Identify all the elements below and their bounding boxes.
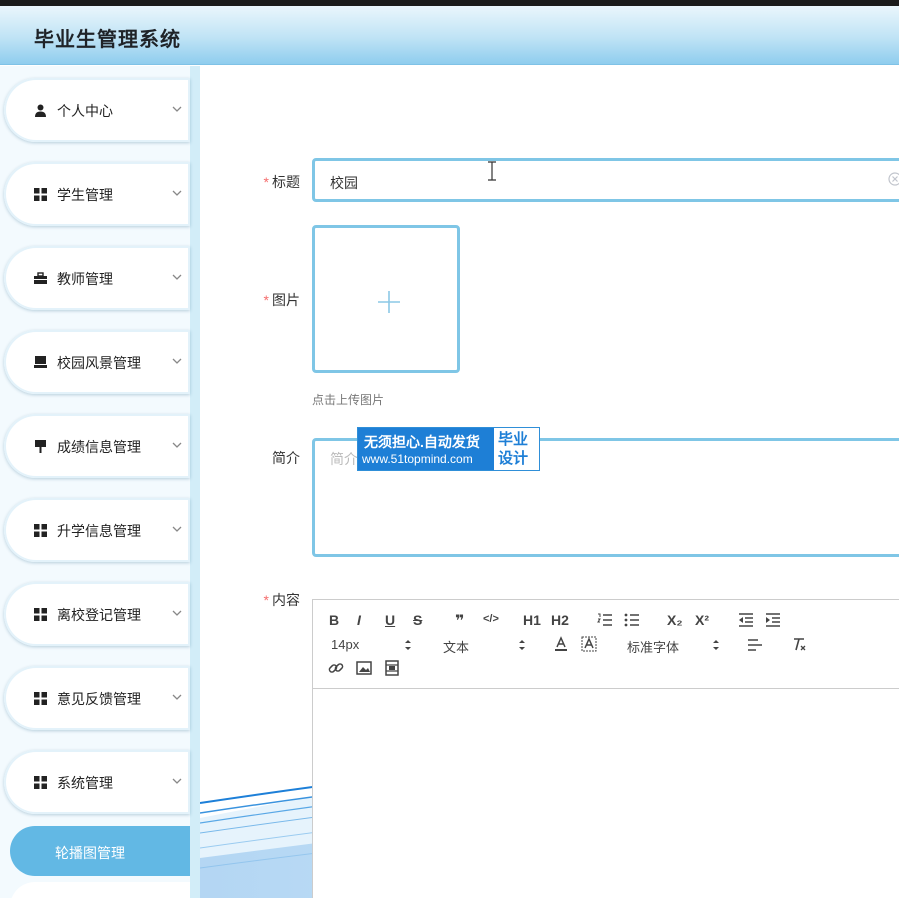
sidebar-item-teachers[interactable]: 教师管理 [4,246,190,310]
h1-button[interactable]: H1 [523,612,541,628]
app-title: 毕业生管理系统 [34,29,181,51]
monitor-icon [34,356,47,368]
briefcase-icon [34,272,47,284]
chevron-down-icon [172,106,182,112]
user-icon [35,104,46,117]
superscript-button[interactable]: X² [695,612,709,628]
ordered-list-icon[interactable] [597,612,613,628]
title-input-value: 校园 [330,175,358,191]
watermark-badge: 无须担心.自动发货 www.51topmind.com 毕业 设计 [357,427,540,471]
sidebar-item-system[interactable]: 系统管理 [4,750,190,814]
editor-content-area[interactable] [313,690,899,898]
quote-button[interactable]: ❞ [455,611,464,631]
watermark-right: 毕业 设计 [498,430,528,468]
sidebar-item-label: 成绩信息管理 [57,439,141,455]
sidebar-item-label: 意见反馈管理 [57,691,141,707]
sidebar-item-feedback[interactable]: 意见反馈管理 [4,666,190,730]
watermark-line1: 无须担心.自动发货 [364,434,480,450]
title-input[interactable]: 校园 [312,158,899,202]
italic-button[interactable]: I [357,612,361,628]
watermark-left: 无须担心.自动发货 www.51topmind.com [358,428,494,470]
sidebar-item-label: 系统管理 [57,775,113,791]
sidebar-subitem-next[interactable] [10,882,190,898]
sidebar-item-label: 升学信息管理 [57,523,141,539]
watermark-line2: www.51topmind.com [362,452,473,466]
sidebar-item-departure[interactable]: 离校登记管理 [4,582,190,646]
title-label: * 标题 [263,174,300,190]
strike-button[interactable]: S [413,612,422,628]
grid-icon [34,524,47,537]
font-family-select[interactable]: 标准字体 [627,637,679,656]
background-color-icon[interactable] [581,636,597,652]
clear-format-icon[interactable] [791,636,807,652]
watermark-right-line1: 毕业 [498,431,529,448]
outdent-icon[interactable] [738,612,754,628]
block-format-select[interactable]: 文本 [443,637,469,656]
stand-icon [35,440,46,453]
rich-text-editor[interactable]: B I U S ❞ </> H1 H2 X₂ X² 14px 文本 标准字体 [312,599,899,898]
chevron-down-icon [172,694,182,700]
link-icon[interactable] [328,660,344,676]
bold-button[interactable]: B [329,612,339,628]
main-content: * 标题 校园 * 图片 点击上传图片 简介 简介 无须担心.自动发货 www.51… [200,66,899,898]
watermark-right-line2: 设计 [498,450,529,467]
image-label: * 图片 [263,292,300,308]
text-cursor-icon [488,161,496,181]
image-uploader[interactable] [312,225,460,373]
subscript-button[interactable]: X₂ [667,612,683,628]
image-icon[interactable] [356,660,372,676]
sidebar-item-personal-center[interactable]: 个人中心 [4,78,190,142]
plus-icon [378,291,400,313]
video-icon[interactable] [384,660,400,676]
upload-hint: 点击上传图片 [312,393,385,407]
align-left-icon[interactable] [747,637,763,653]
editor-toolbar: B I U S ❞ </> H1 H2 X₂ X² 14px 文本 标准字体 [313,600,899,689]
sidebar-item-label: 教师管理 [57,271,113,287]
indent-icon[interactable] [765,612,781,628]
sidebar: 个人中心 学生管理 教师管理 校园风景管理 成绩信息管理 升学信息管理 离校登记… [0,66,200,898]
grid-icon [34,776,47,789]
sidebar-menu: 个人中心 学生管理 教师管理 校园风景管理 成绩信息管理 升学信息管理 离校登记… [0,66,190,898]
sidebar-item-students[interactable]: 学生管理 [4,162,190,226]
grid-icon [34,608,47,621]
font-size-select[interactable]: 14px [331,637,359,652]
grid-icon [34,692,47,705]
chevron-down-icon [172,610,182,616]
sidebar-item-grades[interactable]: 成绩信息管理 [4,414,190,478]
sidebar-subitem-carousel[interactable]: 轮播图管理 [10,826,190,876]
select-arrows-icon [405,640,411,650]
sidebar-item-further-study[interactable]: 升学信息管理 [4,498,190,562]
sidebar-item-campus-scenery[interactable]: 校园风景管理 [4,330,190,394]
chevron-down-icon [172,358,182,364]
chevron-down-icon [172,778,182,784]
chevron-down-icon [172,274,182,280]
chevron-down-icon [172,526,182,532]
app-header: 毕业生管理系统 [0,6,899,65]
font-color-icon[interactable] [553,636,569,652]
select-arrows-icon [713,640,719,650]
intro-label: 简介 [272,450,300,466]
underline-button[interactable]: U [385,612,395,628]
intro-placeholder: 简介 [330,451,358,467]
sidebar-subitem-label: 轮播图管理 [55,845,125,861]
sidebar-item-label: 离校登记管理 [57,607,141,623]
chevron-down-icon [172,442,182,448]
sidebar-item-label: 校园风景管理 [57,355,141,371]
clear-icon[interactable] [888,172,899,186]
chevron-down-icon [172,190,182,196]
code-button[interactable]: </> [483,613,499,625]
bullet-list-icon[interactable] [624,612,640,628]
grid-icon [34,188,47,201]
select-arrows-icon [519,640,525,650]
h2-button[interactable]: H2 [551,612,569,628]
sidebar-item-label: 个人中心 [57,103,113,119]
content-label: * 内容 [263,592,300,608]
sidebar-item-label: 学生管理 [57,187,113,203]
